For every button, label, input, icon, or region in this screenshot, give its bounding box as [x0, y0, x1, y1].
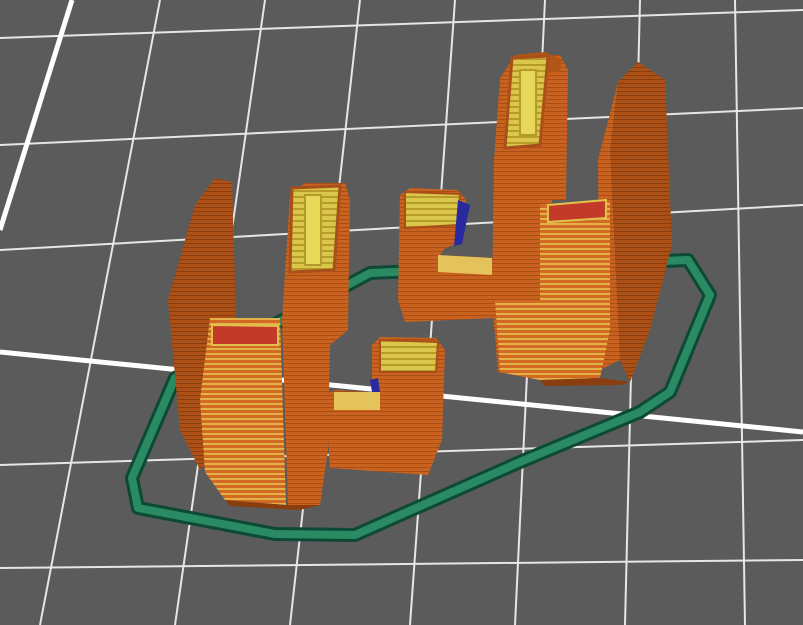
- slice-preview-viewport[interactable]: [0, 0, 803, 625]
- build-plate: [0, 0, 803, 625]
